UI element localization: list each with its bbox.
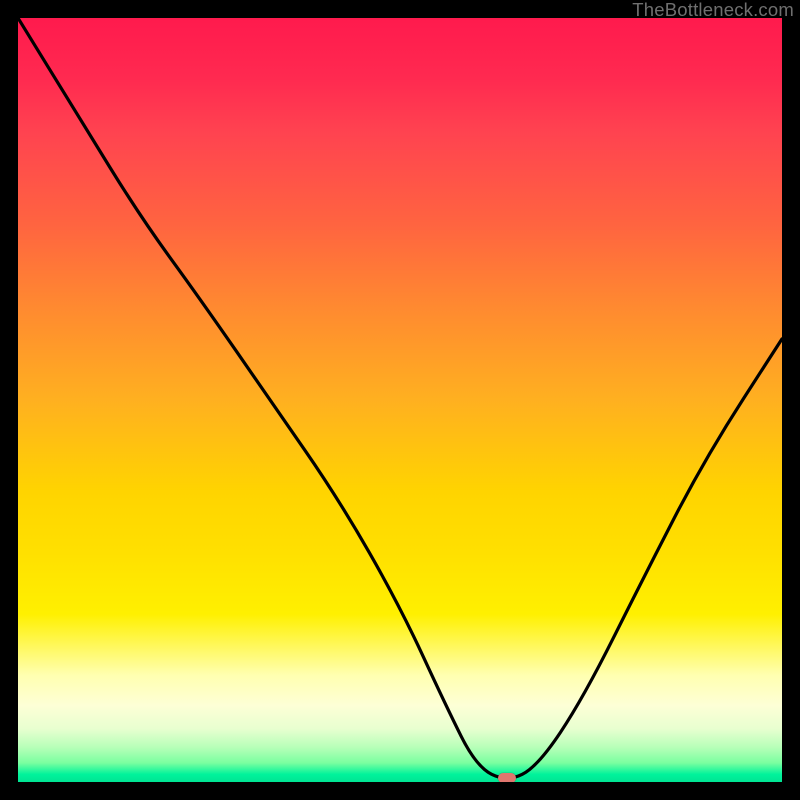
plot-area xyxy=(18,18,782,782)
bottleneck-curve xyxy=(18,18,782,782)
chart-stage: TheBottleneck.com xyxy=(0,0,800,800)
optimal-marker-icon xyxy=(498,773,516,782)
